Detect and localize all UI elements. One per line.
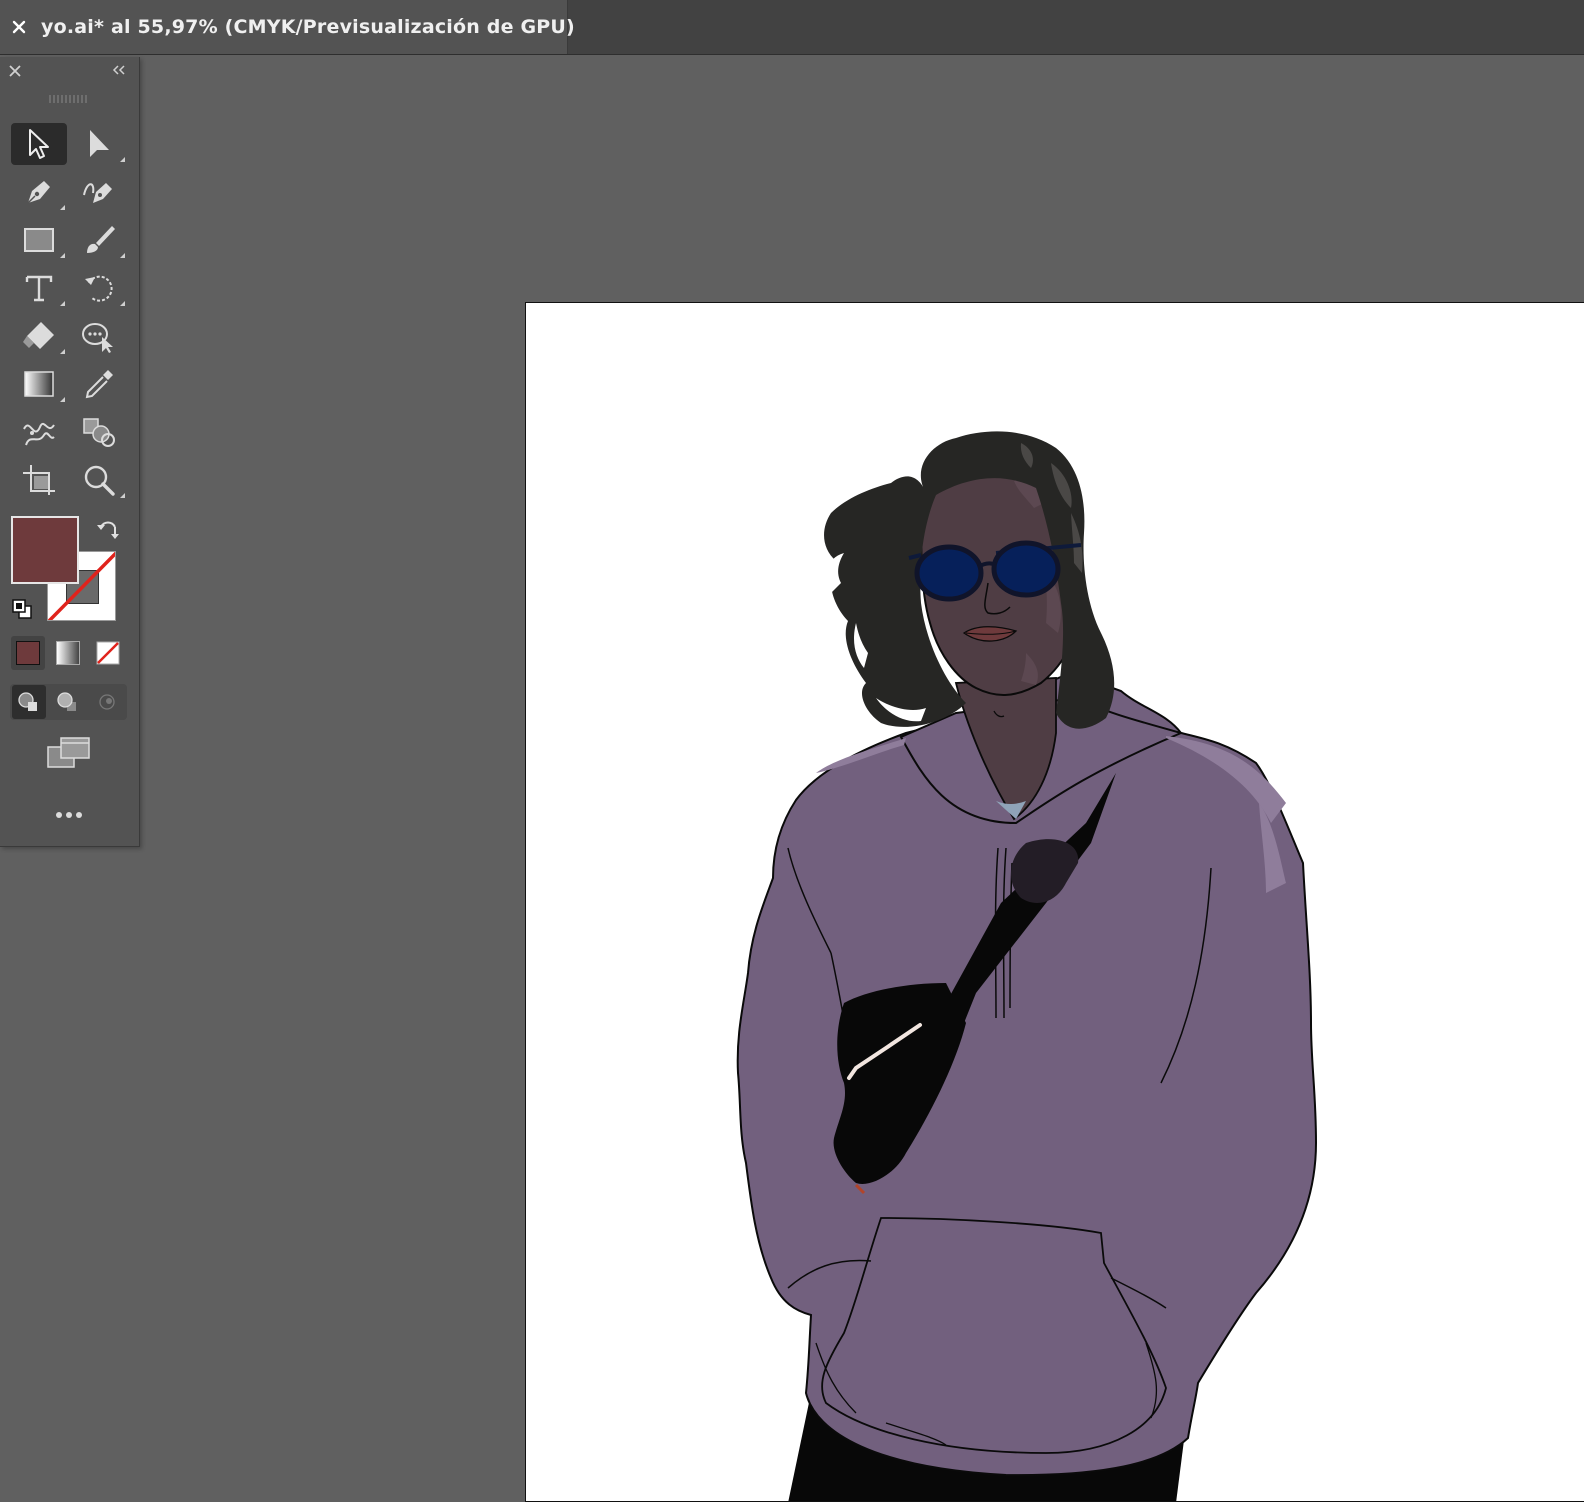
shape-builder-tool[interactable] bbox=[71, 411, 127, 453]
none-mode-button[interactable] bbox=[91, 636, 125, 670]
type-t-icon bbox=[25, 275, 53, 302]
zoom-tool[interactable] bbox=[71, 459, 127, 501]
panel-header bbox=[0, 57, 139, 83]
draw-normal-icon bbox=[18, 692, 37, 711]
document-title: yo.ai* al 55,97% (CMYK/Previsualización … bbox=[41, 16, 575, 38]
document-tab-bar: yo.ai* al 55,97% (CMYK/Previsualización … bbox=[0, 0, 1584, 55]
eyedropper-icon bbox=[85, 370, 113, 399]
artboard-icon bbox=[23, 465, 55, 495]
direct-selection-arrow-icon bbox=[90, 130, 109, 157]
eraser-tool[interactable] bbox=[11, 315, 67, 357]
pen-icon bbox=[27, 181, 50, 204]
direct-selection-tool[interactable] bbox=[71, 123, 127, 165]
type-tool[interactable] bbox=[11, 267, 67, 309]
draw-behind-button[interactable] bbox=[51, 685, 85, 719]
artboard-tool[interactable] bbox=[11, 459, 67, 501]
edit-toolbar-more-icon[interactable] bbox=[50, 807, 90, 823]
draw-behind-icon bbox=[57, 692, 76, 711]
paintbrush-icon bbox=[87, 226, 115, 253]
fill-color-swatch[interactable] bbox=[11, 516, 79, 584]
rectangle-icon bbox=[24, 228, 54, 252]
artboard[interactable] bbox=[525, 302, 1584, 1502]
shape-builder-icon bbox=[83, 418, 115, 447]
eyedropper-tool[interactable] bbox=[71, 363, 127, 405]
rotate-tool[interactable] bbox=[71, 267, 127, 309]
rotate-icon bbox=[85, 275, 113, 302]
paintbrush-tool[interactable] bbox=[71, 219, 127, 261]
eraser-icon bbox=[23, 322, 54, 349]
rectangle-tool[interactable] bbox=[11, 219, 67, 261]
default-fill-stroke-icon[interactable] bbox=[10, 597, 34, 621]
portrait-illustration[interactable] bbox=[526, 303, 1584, 1502]
swap-fill-stroke-icon[interactable] bbox=[96, 517, 122, 541]
draw-inside-button[interactable] bbox=[90, 685, 124, 719]
gradient-mode-button[interactable] bbox=[51, 636, 85, 670]
draw-normal-button[interactable] bbox=[12, 685, 46, 719]
puppet-warp-tool[interactable] bbox=[71, 315, 127, 357]
gradient-icon bbox=[24, 371, 54, 397]
puppet-warp-icon bbox=[82, 323, 113, 353]
zoom-magnifier-icon bbox=[84, 465, 115, 496]
blend-tool[interactable] bbox=[11, 411, 67, 453]
selection-arrow-icon bbox=[29, 129, 49, 159]
close-icon[interactable] bbox=[11, 16, 27, 38]
draw-inside-icon bbox=[99, 694, 115, 710]
curvature-pen-icon bbox=[83, 183, 112, 203]
curvature-tool[interactable] bbox=[71, 171, 127, 213]
close-icon[interactable] bbox=[8, 63, 22, 77]
color-mode-button[interactable] bbox=[11, 636, 45, 670]
panel-grip-icon[interactable] bbox=[49, 88, 89, 103]
selection-tool[interactable] bbox=[11, 123, 67, 165]
gradient-tool[interactable] bbox=[11, 363, 67, 405]
document-tab[interactable]: yo.ai* al 55,97% (CMYK/Previsualización … bbox=[0, 0, 575, 54]
screen-mode-icon[interactable] bbox=[46, 735, 92, 771]
collapse-panel-icon[interactable] bbox=[111, 62, 127, 76]
blend-icon bbox=[23, 422, 55, 446]
pen-tool[interactable] bbox=[11, 171, 67, 213]
tools-panel bbox=[0, 57, 140, 847]
